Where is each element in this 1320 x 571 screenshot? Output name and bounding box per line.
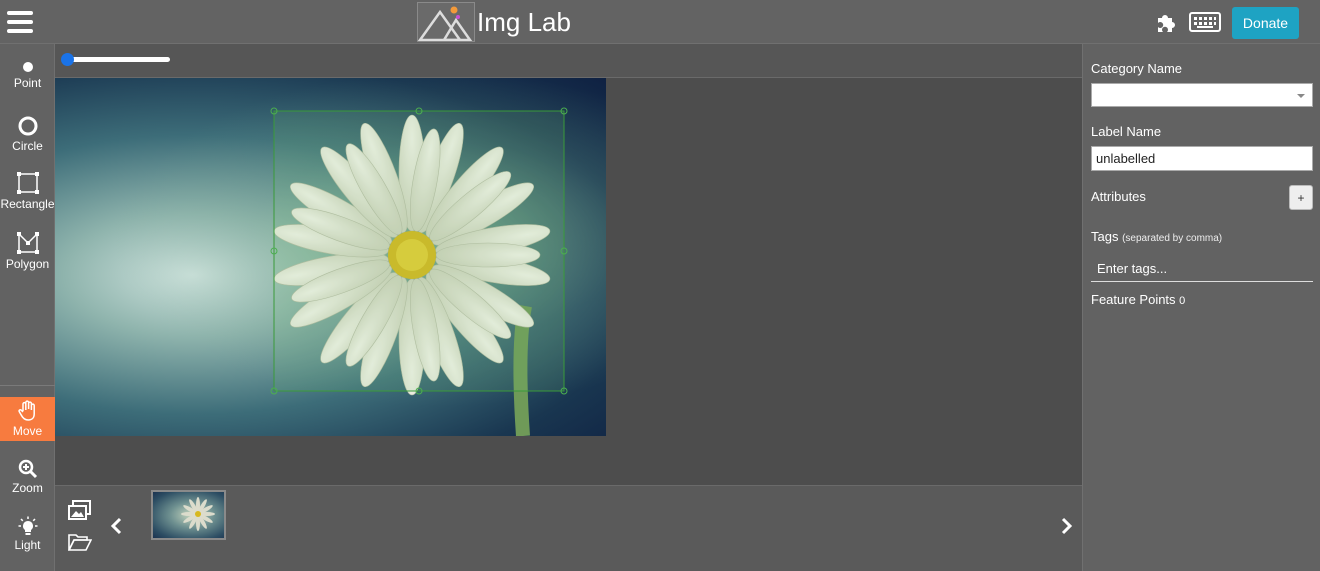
circle-icon [18,116,37,136]
zoom-slider-thumb[interactable] [61,53,74,66]
tool-move[interactable]: Move [0,397,55,441]
app-logo: Img Lab [417,2,571,42]
label-panel: Category Name Label Name Attributes + Ta… [1082,44,1320,571]
feature-points-count: 0 [1179,295,1186,307]
chevron-right-icon[interactable] [1060,517,1074,535]
label-name-label: Label Name [1091,124,1162,139]
tool-light-label: Light [14,538,41,552]
puzzle-icon[interactable] [1154,10,1178,36]
tool-light[interactable]: Light [0,516,55,560]
image-canvas[interactable] [55,78,606,436]
tool-move-label: Move [12,424,43,438]
attributes-label: Attributes [1091,189,1146,204]
donate-button[interactable]: Donate [1232,7,1299,39]
app-title: Img Lab [477,6,571,37]
tool-sidebar: Point Circle Rectangle Polygon Move Zoom… [0,44,55,571]
tags-label: Tags [1091,229,1119,244]
light-icon [18,516,37,535]
polygon-icon [16,232,39,254]
folder-open-icon[interactable] [67,532,93,552]
chevron-left-icon[interactable] [109,517,123,535]
tool-zoom-label: Zoom [12,481,43,495]
image-filmstrip [55,485,1082,571]
tool-rectangle[interactable]: Rectangle [0,171,55,217]
app-header: Img Lab Donate [0,0,1320,44]
zoom-slider-bar [55,44,1082,78]
zoom-slider-track[interactable] [64,57,170,62]
logo-image-icon [417,2,475,42]
chevron-down-icon [1297,94,1305,98]
tool-rectangle-label: Rectangle [0,197,55,211]
tool-point[interactable]: Point [0,60,55,102]
rectangle-annotation[interactable] [270,107,568,395]
tool-polygon[interactable]: Polygon [0,231,55,277]
tool-point-label: Point [13,76,42,90]
menu-icon[interactable] [7,11,33,33]
tool-circle-label: Circle [12,139,43,153]
feature-points-row: Feature Points 0 [1091,292,1185,307]
feature-points-label: Feature Points [1091,292,1176,307]
point-icon [22,62,33,72]
category-name-label: Category Name [1091,61,1183,76]
hand-icon [17,400,35,421]
add-attribute-button[interactable]: + [1289,185,1313,210]
annotation-layer[interactable] [55,78,606,436]
images-icon[interactable] [68,499,92,521]
label-name-input[interactable] [1091,146,1313,171]
tags-label-row: Tags (separated by comma) [1091,229,1222,244]
tags-input[interactable] [1091,256,1313,282]
tool-polygon-label: Polygon [5,257,50,271]
tool-circle[interactable]: Circle [0,115,55,159]
image-thumbnail[interactable] [151,490,226,540]
rectangle-icon [16,172,39,194]
canvas-area [55,44,1082,485]
category-select[interactable] [1091,83,1313,107]
zoom-icon [18,459,37,479]
tool-zoom[interactable]: Zoom [0,459,55,503]
tags-hint: (separated by comma) [1122,233,1223,244]
app-window: Img Lab Donate Point Circle Rectangle Po… [0,0,1320,571]
toolbar-divider [0,385,55,386]
keyboard-icon[interactable] [1189,10,1221,36]
